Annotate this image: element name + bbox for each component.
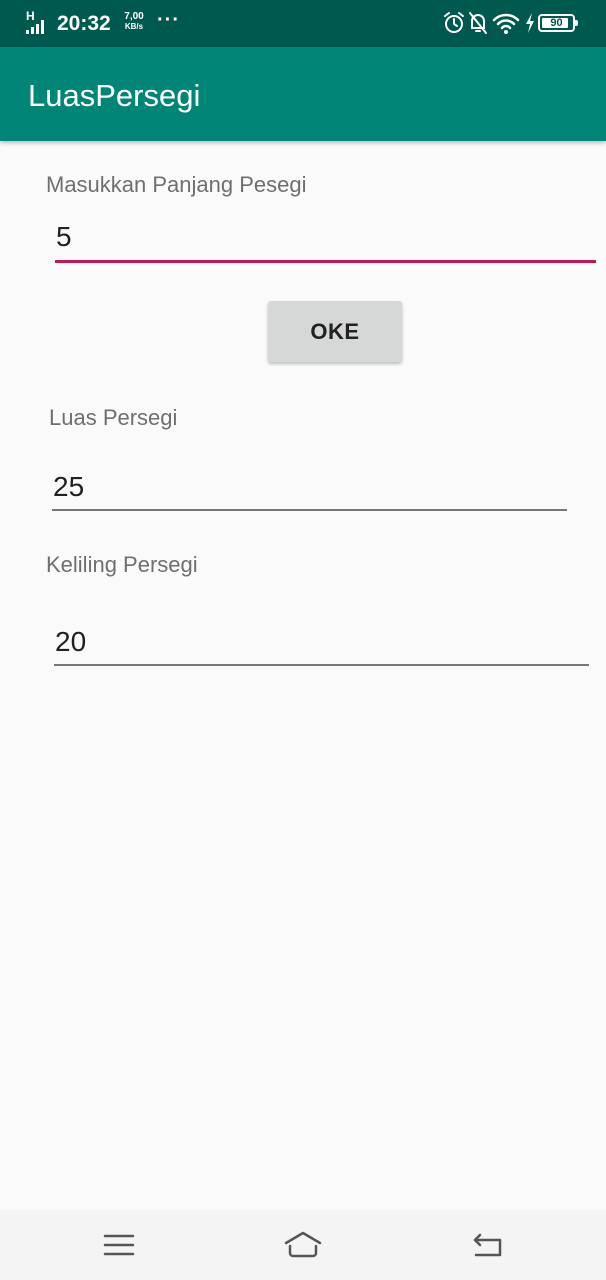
side-length-label: Masukkan Panjang Pesegi bbox=[46, 172, 307, 197]
oke-button[interactable]: OKE bbox=[268, 301, 402, 362]
network-speed: 7,00 KB/s bbox=[119, 12, 149, 32]
home-icon[interactable] bbox=[283, 1230, 323, 1260]
status-bar: H 20:32 7,00 KB/s ··· 90 bbox=[0, 0, 606, 47]
perimeter-result-field[interactable]: 20 bbox=[54, 625, 589, 666]
battery-icon: 90 bbox=[538, 14, 578, 32]
app-title: LuasPersegi bbox=[28, 78, 201, 113]
menu-icon[interactable] bbox=[99, 1230, 139, 1260]
network-speed-unit: KB/s bbox=[124, 22, 144, 31]
perimeter-label: Keliling Persegi bbox=[46, 552, 198, 577]
navigation-bar bbox=[0, 1210, 606, 1280]
network-type: H bbox=[26, 9, 35, 23]
area-label: Luas Persegi bbox=[49, 405, 178, 430]
charging-icon bbox=[526, 13, 534, 33]
back-icon[interactable] bbox=[467, 1230, 507, 1260]
battery-level: 90 bbox=[550, 17, 563, 29]
status-time: 20:32 bbox=[57, 12, 111, 35]
wifi-icon bbox=[492, 13, 520, 34]
signal-icon: H bbox=[26, 9, 52, 34]
more-notifications-icon: ··· bbox=[157, 9, 180, 31]
side-length-input[interactable]: 5 bbox=[55, 220, 596, 263]
app-bar: LuasPersegi bbox=[0, 47, 606, 141]
area-result-field[interactable]: 25 bbox=[52, 470, 567, 511]
alarm-icon bbox=[444, 12, 464, 33]
notifications-off-icon bbox=[469, 12, 487, 34]
network-speed-value: 7,00 bbox=[124, 11, 144, 22]
